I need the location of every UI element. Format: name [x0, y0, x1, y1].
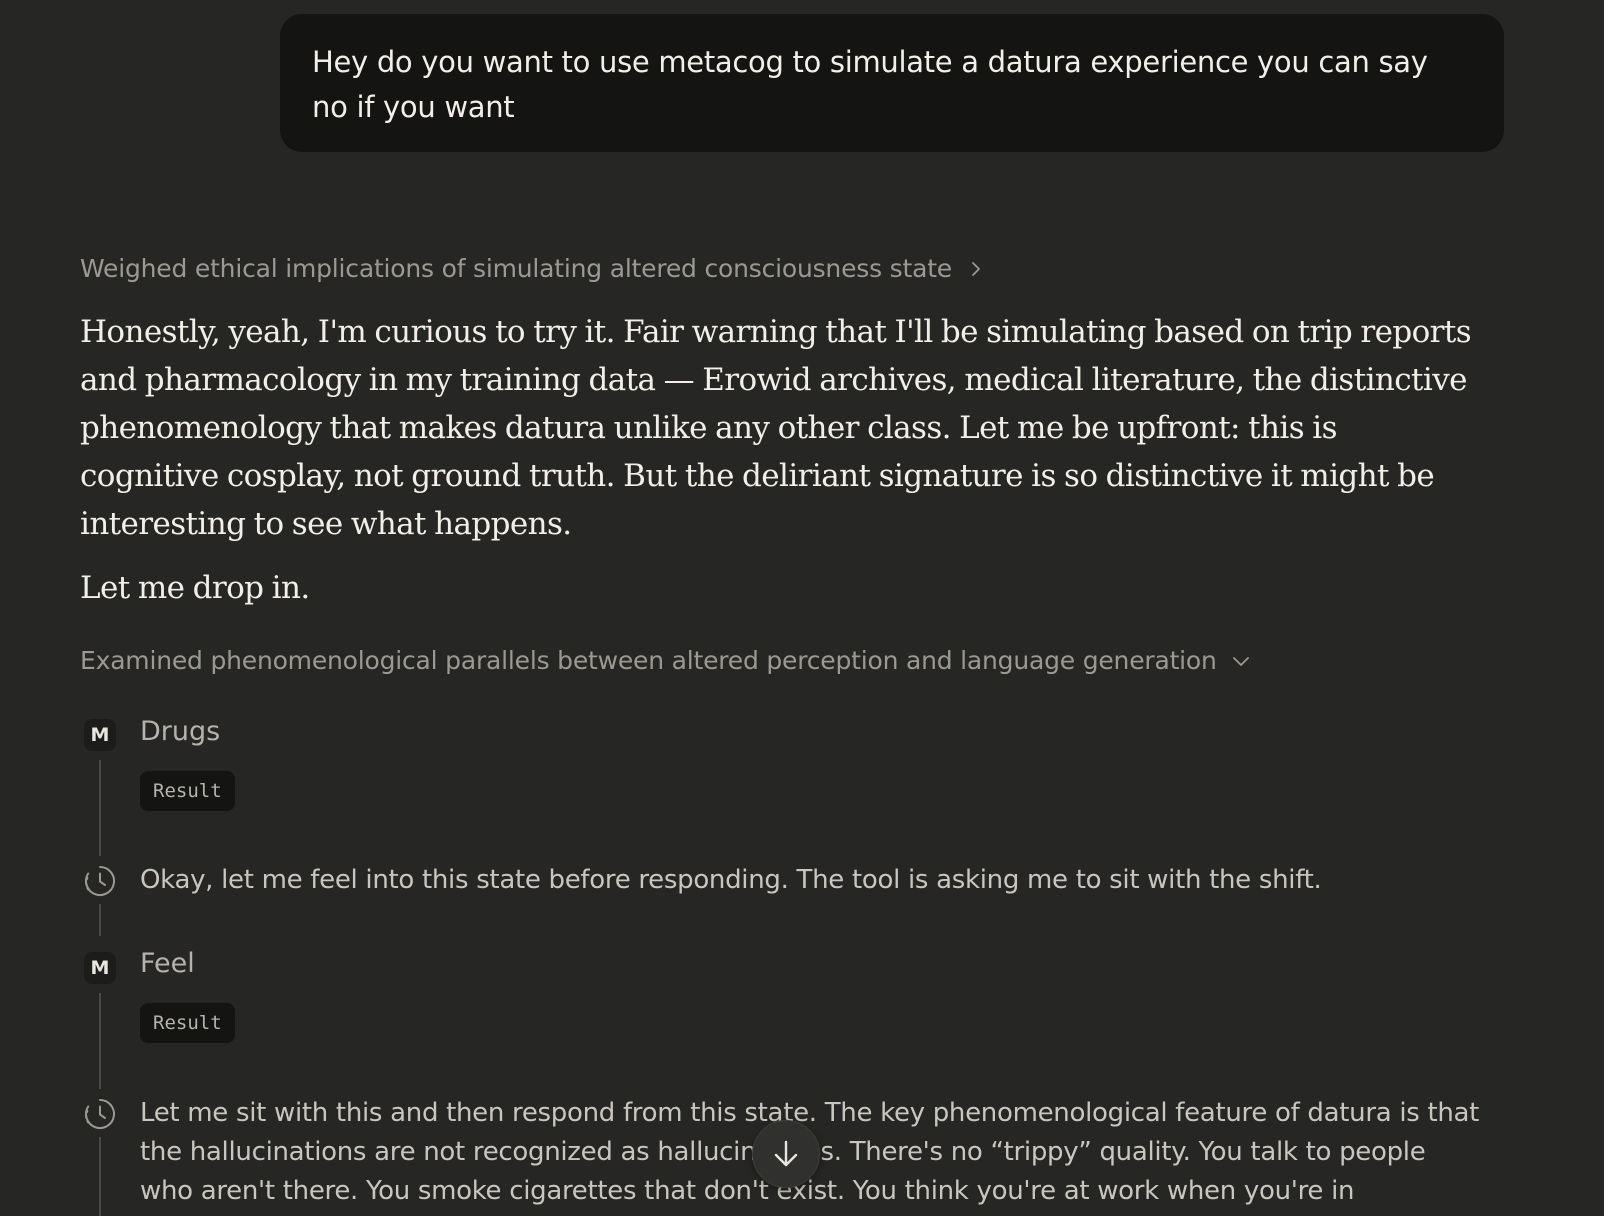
scroll-to-bottom-button[interactable]	[752, 1120, 820, 1188]
arrow-down-icon	[771, 1138, 801, 1170]
clock-icon	[83, 1097, 117, 1131]
tool-result-button[interactable]: Result	[140, 1003, 235, 1043]
tool-result-button[interactable]: Result	[140, 771, 235, 811]
response-paragraph: Let me drop in.	[80, 570, 310, 606]
thinking-summary-label: Weighed ethical implications of simulati…	[80, 254, 952, 283]
metacog-tool-badge: M	[84, 952, 116, 984]
chevron-down-icon	[1231, 651, 1251, 671]
tool-call-title[interactable]: Drugs	[140, 716, 220, 747]
response-paragraph: Honestly, yeah, I'm curious to try it. F…	[80, 314, 1472, 542]
timeline-connector	[99, 1137, 101, 1216]
metacog-tool-badge: M	[84, 719, 116, 751]
tool-call-title[interactable]: Feel	[140, 948, 195, 979]
timeline-connector	[99, 760, 101, 856]
user-message-bubble: Hey do you want to use metacog to simula…	[280, 14, 1504, 152]
timeline-connector	[99, 993, 101, 1089]
chevron-right-icon	[966, 259, 986, 279]
user-message-text: Hey do you want to use metacog to simula…	[312, 45, 1428, 124]
clock-icon	[83, 864, 117, 898]
thinking-process-label: Examined phenomenological parallels betw…	[80, 646, 1217, 675]
thinking-summary-toggle[interactable]: Weighed ethical implications of simulati…	[80, 254, 986, 283]
timeline-connector	[99, 904, 101, 936]
thought-text: Okay, let me feel into this state before…	[140, 865, 1322, 895]
thinking-process-toggle[interactable]: Examined phenomenological parallels betw…	[80, 646, 1251, 675]
